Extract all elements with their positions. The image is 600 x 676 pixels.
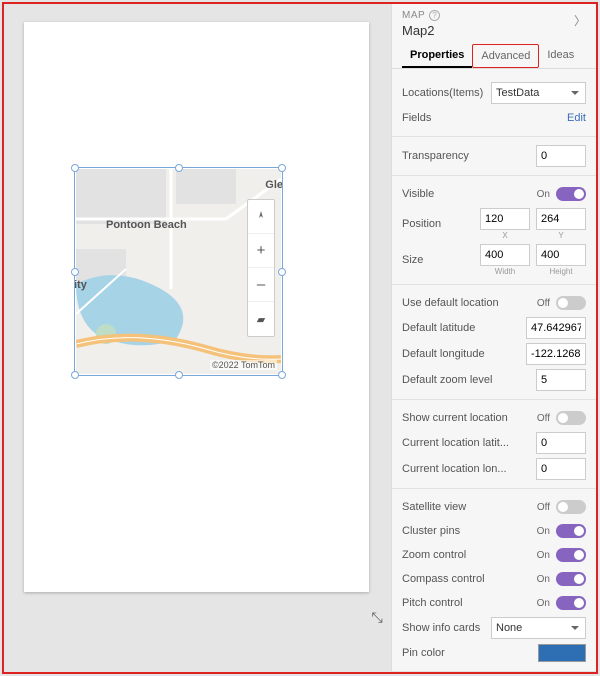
prop-label: Transparency [402, 150, 536, 162]
current-lon-input[interactable] [536, 458, 586, 480]
prop-label: Current location lon... [402, 463, 536, 475]
prop-label: Pitch control [402, 597, 537, 609]
resize-handle[interactable] [278, 268, 286, 276]
position-x-input[interactable] [480, 208, 530, 230]
locations-select[interactable]: TestData [491, 82, 586, 104]
transparency-input[interactable] [536, 145, 586, 167]
selection-outline [74, 167, 283, 376]
map-control[interactable]: Pontoon Beach ity Gle ©2022 TomTom + – ▰ [76, 169, 281, 374]
size-h-input[interactable] [536, 244, 586, 266]
pitch-toggle[interactable] [556, 596, 586, 610]
show-current-toggle[interactable] [556, 411, 586, 425]
prop-label: Show current location [402, 412, 537, 424]
satellite-toggle[interactable] [556, 500, 586, 514]
current-lat-input[interactable] [536, 432, 586, 454]
prop-label: Zoom control [402, 549, 537, 561]
help-icon[interactable]: ? [429, 10, 440, 21]
size-w-input[interactable] [480, 244, 530, 266]
prop-label: Size [402, 254, 480, 266]
resize-handle[interactable] [71, 371, 79, 379]
visible-toggle[interactable] [556, 187, 586, 201]
tab-properties[interactable]: Properties [402, 44, 472, 68]
tab-advanced[interactable]: Advanced [472, 44, 539, 68]
compass-toggle[interactable] [556, 572, 586, 586]
prop-label: Satellite view [402, 501, 537, 513]
fields-edit-link[interactable]: Edit [567, 112, 586, 124]
control-name[interactable]: Map2 [402, 23, 586, 38]
zoomctrl-toggle[interactable] [556, 548, 586, 562]
collapse-panel-icon[interactable]: 〉 [574, 12, 586, 29]
prop-label: Locations(Items) [402, 87, 491, 99]
prop-label: Visible [402, 188, 537, 200]
prop-label: Fields [402, 112, 567, 124]
prop-label: Show info cards [402, 622, 491, 634]
resize-handle[interactable] [175, 371, 183, 379]
default-lon-input[interactable] [526, 343, 586, 365]
resize-handle[interactable] [71, 268, 79, 276]
prop-label: Pin color [402, 647, 538, 659]
prop-label: Position [402, 218, 480, 230]
prop-label: Default longitude [402, 348, 526, 360]
canvas-area[interactable]: Pontoon Beach ity Gle ©2022 TomTom + – ▰ [4, 4, 391, 634]
canvas-resize-icon[interactable]: ⤢ [369, 612, 386, 623]
tab-ideas[interactable]: Ideas [539, 44, 582, 68]
resize-handle[interactable] [175, 164, 183, 172]
prop-label: Default zoom level [402, 374, 536, 386]
default-zoom-input[interactable] [536, 369, 586, 391]
properties-panel: 〉 MAP ? Map2 Properties Advanced Ideas L… [391, 4, 596, 672]
default-lat-input[interactable] [526, 317, 586, 339]
prop-label: Compass control [402, 573, 537, 585]
resize-handle[interactable] [71, 164, 79, 172]
infocards-select[interactable]: None [491, 617, 586, 639]
prop-label: Current location latit... [402, 437, 536, 449]
default-loc-toggle[interactable] [556, 296, 586, 310]
position-y-input[interactable] [536, 208, 586, 230]
pin-color-swatch[interactable] [538, 644, 586, 662]
prop-label: Cluster pins [402, 525, 537, 537]
control-type-label: MAP ? [402, 10, 586, 21]
resize-handle[interactable] [278, 371, 286, 379]
cluster-toggle[interactable] [556, 524, 586, 538]
prop-label: Use default location [402, 297, 537, 309]
prop-label: Default latitude [402, 322, 526, 334]
resize-handle[interactable] [278, 164, 286, 172]
